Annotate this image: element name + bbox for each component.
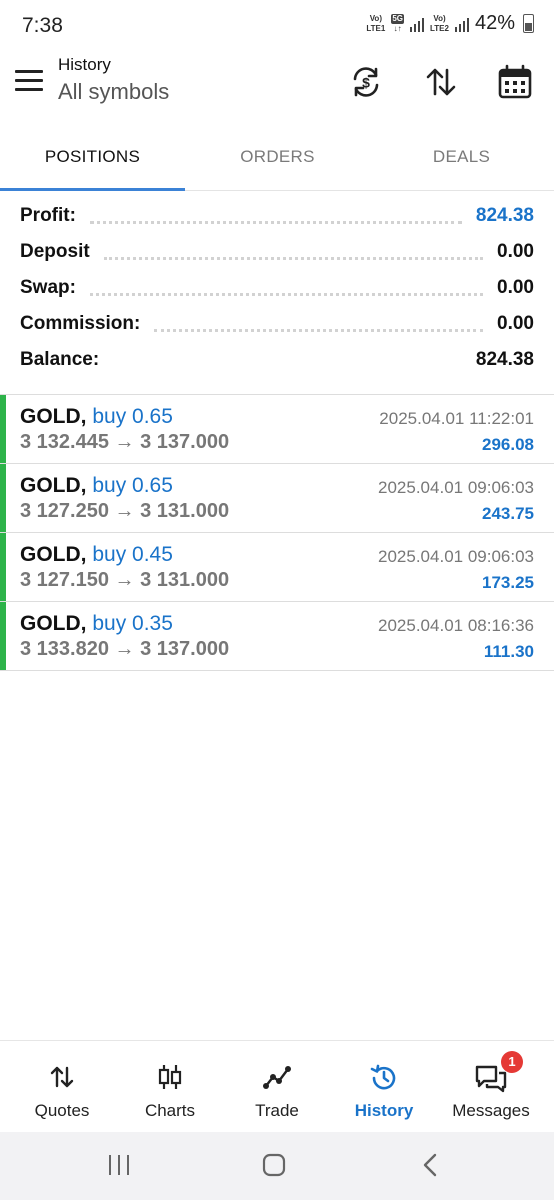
balance-label: Balance: — [20, 349, 100, 370]
balance-value: 824.38 — [475, 349, 534, 370]
quotes-icon — [50, 1066, 74, 1088]
status-indicators: Vo) LTE1 5G ↓↑ Vo) LTE2 42% — [366, 12, 534, 35]
position-symbol: GOLD, — [20, 474, 87, 497]
position-symbol-line: GOLD, buy 0.35 — [20, 612, 173, 636]
dotted-leader — [154, 323, 484, 332]
notification-badge: 1 — [501, 1051, 523, 1073]
profit-label: Profit: — [20, 205, 76, 226]
summary-row-profit: Profit: 824.38 — [0, 198, 554, 234]
title-block: History All symbols — [58, 55, 169, 105]
active-tab-indicator — [0, 188, 185, 191]
position-time: 2025.04.01 09:06:03 — [378, 478, 534, 497]
position-prices: 3 133.820 → 3 137.000 — [20, 638, 230, 660]
position-prices: 3 127.150 → 3 131.000 — [20, 569, 230, 591]
nav-charts[interactable]: Charts — [116, 1041, 224, 1133]
summary-row-commission: Commission: 0.00 — [0, 306, 554, 342]
system-navigation-bar — [0, 1132, 554, 1200]
position-time: 2025.04.01 11:22:01 — [379, 409, 534, 428]
position-prices: 3 132.445 → 3 137.000 — [20, 431, 230, 453]
position-profit: 173.25 — [482, 573, 534, 592]
tab-bar: POSITIONS ORDERS DEALS — [0, 124, 554, 191]
positions-list: GOLD, buy 0.65 3 132.445 → 3 137.000 202… — [0, 394, 554, 671]
commission-label: Commission: — [20, 313, 141, 334]
deposit-value: 0.00 — [497, 241, 534, 262]
nav-history[interactable]: History — [330, 1041, 438, 1133]
buy-indicator-bar — [0, 533, 6, 601]
buy-indicator-bar — [0, 602, 6, 670]
nav-messages-label: Messages — [452, 1101, 530, 1120]
position-symbol-line: GOLD, buy 0.65 — [20, 405, 173, 429]
page-title: History — [58, 55, 111, 74]
nav-quotes[interactable]: Quotes — [8, 1041, 116, 1133]
position-symbol-line: GOLD, buy 0.65 — [20, 474, 173, 498]
status-bar: 7:38 Vo) LTE1 5G ↓↑ Vo) LTE2 42% — [0, 0, 554, 52]
sim2-indicator: Vo) LTE2 — [430, 13, 449, 33]
position-time: 2025.04.01 08:16:36 — [378, 616, 534, 635]
bottom-navigation: Quotes Charts Trade History 1 Messages — [0, 1040, 554, 1133]
menu-icon[interactable] — [15, 70, 43, 92]
trade-icon — [263, 1066, 291, 1089]
position-symbol-line: GOLD, buy 0.45 — [20, 543, 173, 567]
network-type-indicator: 5G ↓↑ — [391, 13, 404, 33]
position-profit: 243.75 — [482, 504, 534, 523]
position-row[interactable]: GOLD, buy 0.65 3 127.250 → 3 131.000 202… — [0, 464, 554, 533]
position-direction: buy 0.45 — [92, 543, 173, 566]
position-prices: 3 127.250 → 3 131.000 — [20, 500, 230, 522]
buy-indicator-bar — [0, 395, 6, 463]
home-icon[interactable] — [259, 1150, 289, 1180]
tab-positions[interactable]: POSITIONS — [0, 124, 185, 190]
position-row[interactable]: GOLD, buy 0.65 3 132.445 → 3 137.000 202… — [0, 395, 554, 464]
commission-value: 0.00 — [497, 313, 534, 334]
dotted-leader — [89, 287, 484, 296]
signal-strength-icon-2 — [454, 16, 469, 32]
position-time: 2025.04.01 09:06:03 — [378, 547, 534, 566]
buy-indicator-bar — [0, 464, 6, 532]
battery-percentage: 42% — [474, 12, 515, 34]
dotted-leader — [103, 251, 484, 260]
history-icon — [370, 1064, 396, 1090]
swap-value: 0.00 — [497, 277, 534, 298]
dotted-leader — [89, 215, 462, 224]
position-row[interactable]: GOLD, buy 0.45 3 127.150 → 3 131.000 202… — [0, 533, 554, 602]
profit-value: 824.38 — [475, 205, 534, 226]
status-time: 7:38 — [22, 14, 63, 37]
summary-row-swap: Swap: 0.00 — [0, 270, 554, 306]
position-direction: buy 0.65 — [92, 474, 173, 497]
position-profit: 296.08 — [482, 435, 534, 454]
charts-icon — [158, 1065, 182, 1089]
nav-history-label: History — [354, 1101, 414, 1120]
battery-icon — [523, 14, 534, 33]
nav-quotes-label: Quotes — [34, 1101, 90, 1120]
position-symbol: GOLD, — [20, 543, 87, 566]
deposit-label: Deposit — [20, 241, 90, 262]
summary-row-balance: Balance: 824.38 — [0, 342, 554, 378]
position-row[interactable]: GOLD, buy 0.35 3 133.820 → 3 137.000 202… — [0, 602, 554, 671]
summary-row-deposit: Deposit 0.00 — [0, 234, 554, 270]
calendar-icon[interactable] — [497, 64, 533, 100]
position-direction: buy 0.65 — [92, 405, 173, 428]
position-symbol: GOLD, — [20, 405, 87, 428]
recent-apps-icon[interactable] — [104, 1150, 134, 1180]
currency-refresh-icon[interactable]: $ — [348, 64, 384, 100]
sort-icon[interactable] — [423, 64, 459, 100]
svg-text:$: $ — [362, 75, 370, 91]
position-direction: buy 0.35 — [92, 612, 173, 635]
back-icon[interactable] — [416, 1150, 446, 1180]
nav-charts-label: Charts — [144, 1101, 196, 1120]
nav-messages[interactable]: 1 Messages — [437, 1041, 545, 1133]
swap-label: Swap: — [20, 277, 76, 298]
symbol-filter[interactable]: All symbols — [58, 79, 169, 105]
tab-deals[interactable]: DEALS — [369, 124, 554, 190]
summary-panel: Profit: 824.38 Deposit 0.00 Swap: 0.00 C… — [0, 198, 554, 378]
app-bar: History All symbols $ — [0, 52, 554, 124]
tab-orders[interactable]: ORDERS — [185, 124, 370, 190]
nav-trade[interactable]: Trade — [223, 1041, 331, 1133]
signal-strength-icon — [410, 16, 424, 32]
position-symbol: GOLD, — [20, 612, 87, 635]
nav-trade-label: Trade — [255, 1101, 299, 1120]
position-profit: 111.30 — [483, 642, 534, 661]
sim1-indicator: Vo) LTE1 — [366, 13, 386, 33]
